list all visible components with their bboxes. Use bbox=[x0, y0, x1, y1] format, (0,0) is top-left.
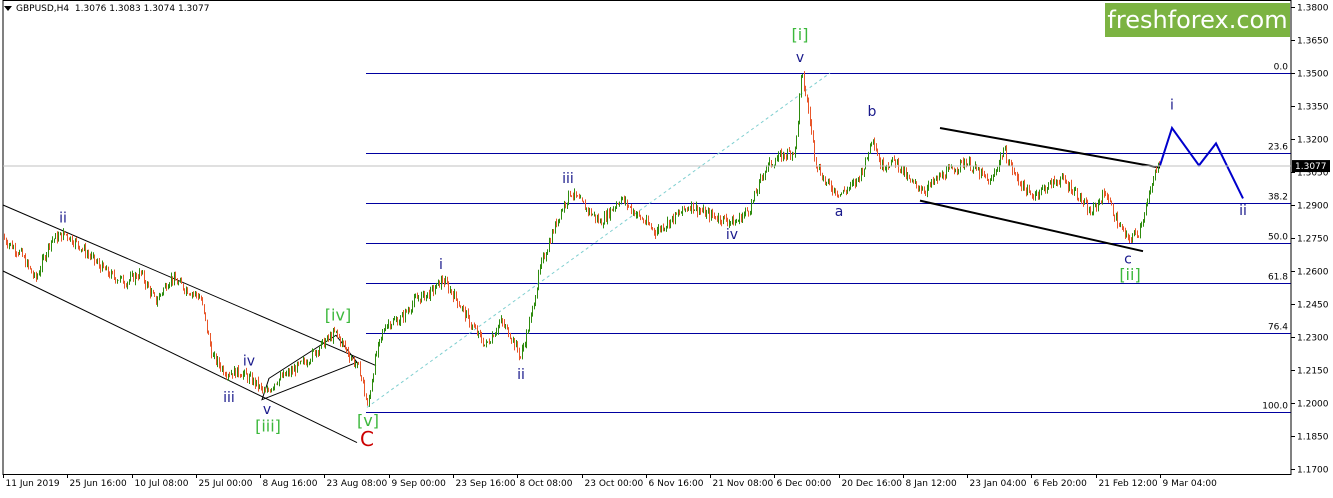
x-tick-label: 9 Mar 04:00 bbox=[1163, 479, 1218, 489]
y-tick-label: 1.2600 bbox=[1297, 268, 1329, 278]
fib-label: 100.0 bbox=[1262, 402, 1288, 412]
x-tick-label: 8 Aug 16:00 bbox=[263, 479, 318, 489]
current-price-label: 1.3077 bbox=[1295, 162, 1327, 172]
y-tick-label: 1.2450 bbox=[1297, 301, 1329, 311]
fib-label: 23.6 bbox=[1268, 143, 1288, 153]
y-tick-label: 1.2900 bbox=[1297, 202, 1329, 212]
wave-label: ii bbox=[517, 367, 525, 383]
wave-label: [iii] bbox=[255, 417, 281, 436]
x-tick-label: 9 Sep 00:00 bbox=[392, 479, 447, 489]
x-tick-label: 8 Oct 08:00 bbox=[520, 479, 573, 489]
symbol-label: GBPUSD,H4 bbox=[16, 4, 70, 14]
wave-label: a bbox=[835, 204, 844, 220]
wave-label: [iv] bbox=[325, 306, 351, 325]
x-tick-label: 25 Jun 16:00 bbox=[70, 479, 127, 489]
wave-label: v bbox=[263, 402, 271, 418]
fib-label: 38.2 bbox=[1268, 193, 1288, 203]
y-tick-label: 1.2300 bbox=[1297, 334, 1329, 344]
wave-label: ii bbox=[1239, 203, 1247, 219]
chart-header: GBPUSD,H4 1.3076 1.3083 1.3074 1.3077 bbox=[4, 4, 209, 14]
chart-svg: 0.023.638.250.061.876.4100.0 iiiviiiv[ii… bbox=[0, 0, 1333, 494]
wave-label: iii bbox=[223, 390, 235, 406]
fib-label: 76.4 bbox=[1268, 323, 1288, 333]
x-tick-label: 8 Jan 12:00 bbox=[906, 479, 958, 489]
x-tick-label: 23 Jan 04:00 bbox=[970, 479, 1027, 489]
x-tick-label: 23 Oct 00:00 bbox=[585, 479, 644, 489]
wave-label: iv bbox=[243, 354, 255, 370]
wave-label: i bbox=[439, 257, 443, 273]
x-tick-label: 25 Jul 00:00 bbox=[199, 479, 253, 489]
y-tick-label: 1.1700 bbox=[1297, 466, 1329, 476]
dropdown-arrow-icon[interactable] bbox=[4, 6, 12, 11]
x-tick-label: 10 Jul 08:00 bbox=[135, 479, 189, 489]
y-tick-label: 1.2000 bbox=[1297, 400, 1329, 410]
y-tick-label: 1.2150 bbox=[1297, 367, 1329, 377]
wave-label: ii bbox=[59, 211, 67, 227]
x-tick-label: 21 Nov 08:00 bbox=[713, 479, 774, 489]
x-tick-label: 6 Dec 00:00 bbox=[777, 479, 832, 489]
fib-label: 0.0 bbox=[1274, 63, 1289, 73]
y-tick-label: 1.3800 bbox=[1297, 4, 1329, 14]
y-tick-label: 1.3200 bbox=[1297, 136, 1329, 146]
x-tick-label: 6 Feb 20:00 bbox=[1034, 479, 1088, 489]
wave-label: b bbox=[868, 104, 877, 120]
wave-label: C bbox=[360, 427, 374, 451]
wave-label: v bbox=[796, 50, 804, 66]
wave-label: [ii] bbox=[1119, 265, 1140, 284]
x-tick-label: 23 Sep 16:00 bbox=[456, 479, 516, 489]
x-tick-label: 20 Dec 16:00 bbox=[842, 479, 903, 489]
y-tick-label: 1.3500 bbox=[1297, 70, 1329, 80]
wave-label: iii bbox=[562, 171, 574, 187]
y-tick-label: 1.3650 bbox=[1297, 37, 1329, 47]
ohlc-values: 1.3076 1.3083 1.3074 1.3077 bbox=[74, 4, 210, 14]
fib-label: 61.8 bbox=[1268, 273, 1288, 283]
y-tick-label: 1.2750 bbox=[1297, 235, 1329, 245]
x-tick-label: 6 Nov 16:00 bbox=[649, 479, 704, 489]
x-tick-label: 11 Jun 2019 bbox=[6, 479, 60, 489]
x-tick-label: 21 Feb 12:00 bbox=[1099, 479, 1158, 489]
brand-logo: freshforex.com bbox=[1105, 3, 1290, 37]
fib-label: 50.0 bbox=[1268, 233, 1288, 243]
chart: 0.0 23.6 38.2 50.0 61.8 76.4 100.0 ii iv iii v [ii… bbox=[0, 0, 1333, 494]
x-tick-label: 23 Aug 08:00 bbox=[327, 479, 388, 489]
y-tick-label: 1.3350 bbox=[1297, 103, 1329, 113]
wave-label: i bbox=[1170, 97, 1174, 113]
chart-background bbox=[0, 0, 1333, 494]
wave-label: [i] bbox=[792, 25, 809, 44]
y-tick-label: 1.1850 bbox=[1297, 433, 1329, 443]
wave-label: iv bbox=[726, 227, 738, 243]
